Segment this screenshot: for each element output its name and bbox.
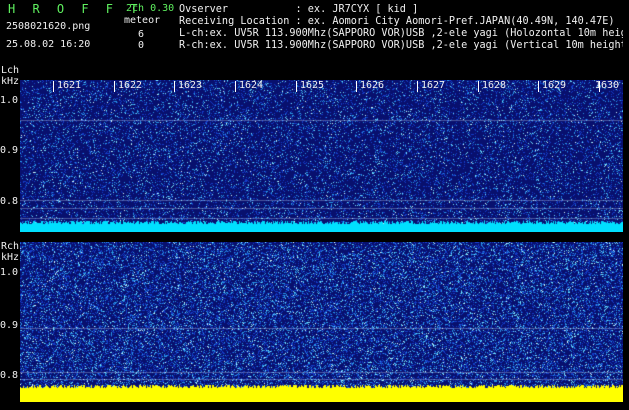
rch-spectrogram [20, 242, 623, 402]
time-tick-mark [417, 81, 418, 92]
meteor-count-label: meteor [124, 15, 161, 26]
time-tick-label: 1630 [595, 80, 620, 91]
time-tick-mark [53, 81, 54, 92]
time-tick-mark [296, 81, 297, 92]
lch-meteor-count: 6 [138, 29, 145, 40]
app-version: 2ch 0.30 [126, 3, 175, 14]
rch-ytick: 0.9 [0, 320, 19, 331]
lch-channel-label: Lch [1, 65, 20, 76]
lch-unit-label: kHz [1, 76, 20, 87]
time-tick-mark [538, 81, 539, 92]
image-filename: 250802162​0.png [6, 21, 91, 32]
time-tick-label: 1627 [421, 80, 446, 91]
rch-receiver-info: R-ch:ex. UV5R 113.900Mhz(SAPPORO VOR)USB… [179, 40, 629, 51]
time-tick-label: 1628 [482, 80, 507, 91]
right-edge-bar [623, 0, 629, 410]
rch-channel-label: Rch [1, 241, 20, 252]
rch-ytick: 0.8 [0, 370, 19, 381]
lch-ytick: 0.9 [0, 145, 19, 156]
rch-meteor-count: 0 [138, 40, 145, 51]
lch-ytick: 1.0 [0, 95, 19, 106]
app-brand: H R O F F T [8, 2, 143, 16]
time-tick-mark [114, 81, 115, 92]
rch-unit-label: kHz [1, 252, 20, 263]
location-info: Receiving Location : ex. Aomori City Aom… [179, 16, 615, 27]
lch-receiver-info: L-ch:ex. UV5R 113.900Mhz(SAPPORO VOR)USB… [179, 28, 629, 39]
observer-info: Ovserver : ex. JR7CYX [ kid ] [179, 4, 419, 15]
time-tick-label: 1623 [178, 80, 203, 91]
time-tick-mark [235, 81, 236, 92]
time-tick-mark [356, 81, 357, 92]
capture-datetime: 25.08.02 16:20 [6, 39, 91, 50]
time-tick-label: 1622 [118, 80, 143, 91]
lch-ytick: 0.8 [0, 196, 19, 207]
time-tick-label: 1625 [300, 80, 325, 91]
time-tick-label: 1621 [57, 80, 82, 91]
time-tick-label: 1629 [542, 80, 567, 91]
time-tick-label: 1624 [239, 80, 264, 91]
time-tick-mark [174, 81, 175, 92]
time-tick-label: 1626 [360, 80, 385, 91]
lch-spectrogram [20, 80, 623, 232]
rch-ytick: 1.0 [0, 267, 19, 278]
time-tick-mark [478, 81, 479, 92]
